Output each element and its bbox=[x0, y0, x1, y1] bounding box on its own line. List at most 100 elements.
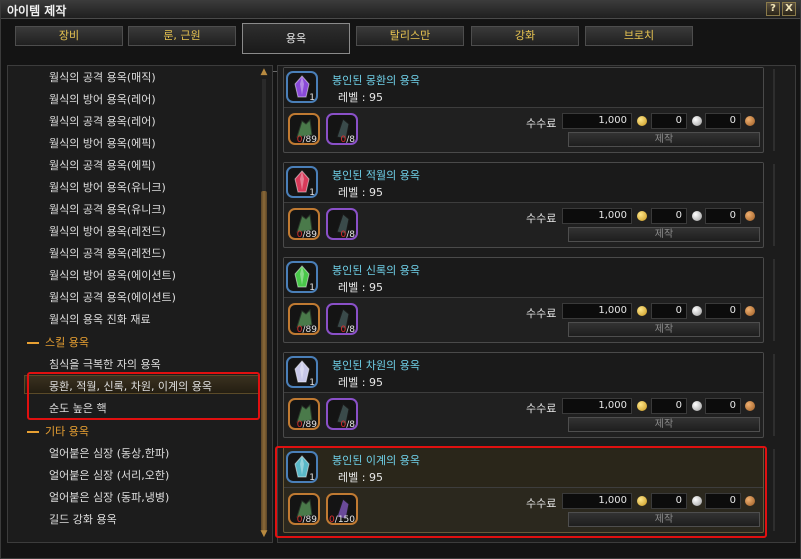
tab-brooch[interactable]: 브로치 bbox=[585, 26, 693, 46]
material-count: 0/89 bbox=[296, 420, 317, 430]
list-item[interactable]: 월식의 용옥 진화 재료 bbox=[49, 311, 151, 327]
silver-coin-icon bbox=[692, 211, 702, 221]
silver-coin-icon bbox=[692, 306, 702, 316]
gold-coin-icon bbox=[637, 211, 647, 221]
card-scroll-track bbox=[768, 352, 780, 438]
result-item-slot[interactable]: 1 bbox=[286, 356, 318, 388]
category-dash-icon bbox=[27, 431, 39, 433]
list-item[interactable]: 월식의 방어 용옥(레전드) bbox=[49, 223, 166, 239]
list-item[interactable]: 길드 강화 용옥 bbox=[49, 511, 117, 527]
tab-talisman[interactable]: 탈리스만 bbox=[356, 26, 464, 46]
list-item[interactable]: 침식을 극복한 자의 용옥 bbox=[49, 356, 161, 372]
result-qty: 1 bbox=[309, 93, 315, 103]
category-other-gem[interactable]: 기타 용옥 bbox=[27, 423, 89, 439]
material-slot[interactable]: 0/8 bbox=[326, 113, 358, 145]
list-item[interactable]: 월식의 공격 용옥(레전드) bbox=[49, 245, 166, 261]
list-item[interactable]: 얼어붙은 심장 (동파,냉병) bbox=[49, 489, 169, 505]
recipe-card[interactable]: 1 봉인된 몽환의 용옥 레벨 : 95 0/89 0/8 수수료 1,000 0 0 제작 bbox=[283, 67, 764, 153]
silver-amount: 0 bbox=[651, 303, 687, 319]
material-slot[interactable]: 0/89 bbox=[288, 208, 320, 240]
tab-dragon-gem[interactable]: 용옥 bbox=[242, 23, 350, 54]
material-slot[interactable]: 0/8 bbox=[326, 208, 358, 240]
track-line bbox=[773, 259, 775, 341]
recipe-level: 레벨 : 95 bbox=[338, 376, 383, 389]
material-slot[interactable]: 0/89 bbox=[288, 303, 320, 335]
result-qty: 1 bbox=[309, 378, 315, 388]
track-line bbox=[773, 449, 775, 531]
fee-label: 수수료 bbox=[526, 212, 557, 225]
bronze-coin-icon bbox=[745, 306, 755, 316]
list-item[interactable]: 월식의 공격 용옥(유니크) bbox=[49, 201, 166, 217]
category-label: 스킬 용옥 bbox=[45, 336, 89, 349]
silver-coin-icon bbox=[692, 401, 702, 411]
craft-button[interactable]: 제작 bbox=[568, 322, 760, 337]
list-item[interactable]: 월식의 공격 용옥(레어) bbox=[49, 113, 156, 129]
material-count: 0/89 bbox=[296, 135, 317, 145]
silver-amount: 0 bbox=[651, 208, 687, 224]
category-skill-gem[interactable]: 스킬 용옥 bbox=[27, 334, 89, 350]
result-item-slot[interactable]: 1 bbox=[286, 261, 318, 293]
list-item[interactable]: 월식의 공격 용옥(매직) bbox=[49, 69, 156, 85]
material-slot[interactable]: 0/8 bbox=[326, 398, 358, 430]
craft-button[interactable]: 제작 bbox=[568, 417, 760, 432]
material-count: 0/8 bbox=[340, 420, 356, 430]
recipe-card[interactable]: 1 봉인된 적월의 용옥 레벨 : 95 0/89 0/8 수수료 1,000 0 0 제작 bbox=[283, 162, 764, 248]
card-scroll-track bbox=[768, 447, 780, 533]
result-item-slot[interactable]: 1 bbox=[286, 71, 318, 103]
list-item[interactable]: 월식의 방어 용옥(에픽) bbox=[49, 135, 156, 151]
title-bar[interactable]: 아이템 제작 ? X bbox=[1, 1, 800, 19]
gold-amount: 1,000 bbox=[562, 208, 632, 224]
tab-rune[interactable]: 룬, 근원 bbox=[128, 26, 236, 46]
list-item[interactable]: 월식의 공격 용옥(에픽) bbox=[49, 157, 156, 173]
gold-amount: 1,000 bbox=[562, 303, 632, 319]
help-button[interactable]: ? bbox=[766, 2, 780, 16]
scroll-down-icon[interactable]: ▼ bbox=[258, 529, 270, 539]
fee-label: 수수료 bbox=[526, 117, 557, 130]
material-count: 0/8 bbox=[340, 325, 356, 335]
recipe-name: 봉인된 차원의 용옥 bbox=[332, 359, 420, 372]
gold-coin-icon bbox=[637, 401, 647, 411]
tab-enhance[interactable]: 강화 bbox=[471, 26, 579, 46]
scroll-up-icon[interactable]: ▲ bbox=[258, 67, 270, 77]
craft-button[interactable]: 제작 bbox=[568, 132, 760, 147]
close-button[interactable]: X bbox=[782, 2, 796, 16]
material-slot[interactable]: 0/89 bbox=[288, 113, 320, 145]
material-count: 0/89 bbox=[296, 230, 317, 240]
fee-label: 수수료 bbox=[526, 307, 557, 320]
recipe-level: 레벨 : 95 bbox=[338, 281, 383, 294]
highlight-box-recipe bbox=[275, 446, 767, 538]
material-slot[interactable]: 0/8 bbox=[326, 303, 358, 335]
item-crafting-window: 아이템 제작 ? X 장비 룬, 근원 용옥 탈리스만 강화 브로치 월식의 공… bbox=[0, 0, 801, 559]
silver-amount: 0 bbox=[651, 113, 687, 129]
list-scrollbar[interactable]: ▲ ▼ bbox=[258, 67, 270, 539]
gold-coin-icon bbox=[637, 116, 647, 126]
tab-equipment[interactable]: 장비 bbox=[15, 26, 123, 46]
card-scroll-track bbox=[768, 257, 780, 343]
list-item[interactable]: 월식의 방어 용옥(레어) bbox=[49, 91, 156, 107]
gold-coin-icon bbox=[637, 306, 647, 316]
recipe-name: 봉인된 신록의 용옥 bbox=[332, 264, 420, 277]
track-line bbox=[773, 164, 775, 246]
card-scroll-track bbox=[768, 67, 780, 153]
list-item[interactable]: 월식의 방어 용옥(에이션트) bbox=[49, 267, 176, 283]
recipe-name: 봉인된 몽환의 용옥 bbox=[332, 74, 420, 87]
scroll-thumb[interactable] bbox=[261, 191, 267, 531]
result-qty: 1 bbox=[309, 283, 315, 293]
craft-button[interactable]: 제작 bbox=[568, 227, 760, 242]
category-dash-icon bbox=[27, 342, 39, 344]
recipe-card[interactable]: 1 봉인된 신록의 용옥 레벨 : 95 0/89 0/8 수수료 1,000 0 0 제작 bbox=[283, 257, 764, 343]
list-item[interactable]: 얼어붙은 심장 (동상,한파) bbox=[49, 445, 169, 461]
tab-bar: 장비 룬, 근원 용옥 탈리스만 강화 브로치 bbox=[1, 19, 800, 72]
list-item[interactable]: 얼어붙은 심장 (서리,오한) bbox=[49, 467, 169, 483]
silver-amount: 0 bbox=[651, 398, 687, 414]
material-slot[interactable]: 0/89 bbox=[288, 398, 320, 430]
recipe-level: 레벨 : 95 bbox=[338, 91, 383, 104]
recipe-card[interactable]: 1 봉인된 차원의 용옥 레벨 : 95 0/89 0/8 수수료 1,000 0 0 제작 bbox=[283, 352, 764, 438]
highlight-box-list bbox=[27, 372, 260, 420]
list-item[interactable]: 월식의 방어 용옥(유니크) bbox=[49, 179, 166, 195]
card-scroll-track bbox=[768, 162, 780, 248]
recipe-level: 레벨 : 95 bbox=[338, 186, 383, 199]
material-count: 0/89 bbox=[296, 325, 317, 335]
list-item[interactable]: 월식의 공격 용옥(에이션트) bbox=[49, 289, 176, 305]
result-item-slot[interactable]: 1 bbox=[286, 166, 318, 198]
